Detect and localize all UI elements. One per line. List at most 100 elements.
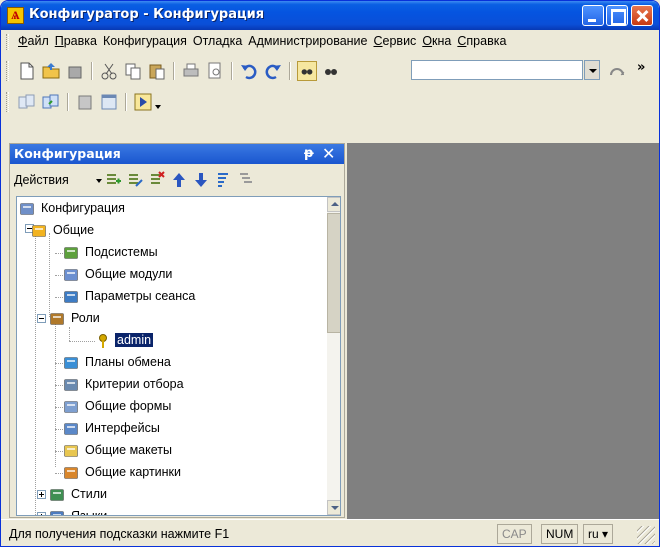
- configuration-panel: Конфигурация ᵽ ✕ Действия Конфигурация Об…: [9, 143, 345, 518]
- expand-toggle[interactable]: [37, 490, 46, 499]
- menu-item[interactable]: Окна: [419, 34, 454, 48]
- configuration-icon: [19, 201, 35, 217]
- update-config-icon[interactable]: [41, 92, 61, 112]
- undo-icon[interactable]: [239, 61, 259, 81]
- status-bar: Для получения подсказки нажмите F1 CAP N…: [1, 519, 659, 546]
- styles-icon: [49, 487, 65, 503]
- tree-item-label: Интерфейсы: [85, 421, 160, 435]
- menu-item[interactable]: Файл: [15, 34, 52, 48]
- toolbar-overflow-icon[interactable]: »: [637, 60, 645, 75]
- app-logo-icon: Ѧ: [7, 7, 24, 24]
- panel-close-icon[interactable]: ✕: [322, 144, 335, 163]
- common-pictures-icon: [63, 465, 79, 481]
- tree-item-label: Подсистемы: [85, 245, 158, 259]
- close-button[interactable]: [631, 5, 653, 26]
- search-dropdown-button[interactable]: [584, 60, 600, 80]
- compare-config-icon[interactable]: [17, 92, 37, 112]
- tree-item-label: admin: [113, 332, 155, 348]
- toolbar-separator: [173, 62, 175, 80]
- language-selector[interactable]: ru ▾: [583, 524, 614, 544]
- find-in-tree-icon[interactable]: [297, 61, 317, 81]
- scroll-up-button[interactable]: [327, 197, 340, 212]
- move-up-icon[interactable]: [170, 171, 188, 189]
- add-icon[interactable]: [104, 171, 122, 189]
- print-icon[interactable]: [181, 61, 201, 81]
- toolbar-grip[interactable]: [6, 92, 9, 112]
- tree-item-label: Общие макеты: [85, 443, 172, 457]
- actions-menu-button[interactable]: Действия: [14, 173, 69, 187]
- menu-item[interactable]: Справка: [454, 34, 509, 48]
- open-icon[interactable]: [41, 61, 61, 81]
- tree-connector: [49, 233, 50, 317]
- panel-header: Конфигурация ᵽ ✕: [10, 144, 344, 164]
- interfaces-icon: [63, 421, 79, 437]
- exchange-plans-icon: [63, 355, 79, 371]
- status-hint: Для получения подсказки нажмите F1: [9, 527, 230, 541]
- new-document-icon[interactable]: [17, 61, 37, 81]
- caps-lock-indicator: CAP: [497, 524, 532, 544]
- tree-connector: [35, 229, 36, 515]
- expand-toggle[interactable]: [37, 512, 46, 515]
- menu-bar: Файл Правка Конфигурация Отладка Администрир…: [3, 31, 657, 53]
- run-dropdown-arrow[interactable]: [155, 105, 161, 109]
- toolbar-separator: [67, 93, 69, 111]
- preview-icon[interactable]: [205, 61, 225, 81]
- edit-icon[interactable]: [126, 171, 144, 189]
- menu-item[interactable]: Конфигурация: [100, 34, 190, 48]
- tree-connector: [55, 297, 63, 298]
- tree-connector: [55, 473, 63, 474]
- menu-item[interactable]: Администрирование: [245, 34, 370, 48]
- database-config-icon[interactable]: [75, 92, 95, 112]
- window-config-icon[interactable]: [99, 92, 119, 112]
- filter-icon[interactable]: [236, 171, 254, 189]
- tree-item-label: Общие: [53, 223, 95, 237]
- save-icon[interactable]: [65, 61, 85, 81]
- find-next-icon[interactable]: [607, 61, 627, 81]
- tree-connector: [55, 429, 63, 430]
- tree-connector: [55, 407, 63, 408]
- roles-icon: [49, 311, 65, 327]
- collapse-toggle[interactable]: [37, 314, 46, 323]
- copy-icon[interactable]: [123, 61, 143, 81]
- toolbar-separator: [91, 62, 93, 80]
- common-folder-icon: [31, 223, 47, 239]
- cut-icon[interactable]: [99, 61, 119, 81]
- title-bar[interactable]: Ѧ Конфигуратор - Конфигурация: [1, 1, 659, 30]
- run-debug-icon[interactable]: [133, 92, 153, 112]
- configuration-tree: Конфигурация Общие Подсистемы Общие модули П…: [16, 196, 341, 516]
- tree-item-label: Общие модули: [85, 267, 173, 281]
- minimize-button[interactable]: [582, 5, 604, 26]
- sort-icon[interactable]: [214, 171, 232, 189]
- toolbar-separator: [289, 62, 291, 80]
- tree-connector: [69, 341, 95, 342]
- tree-scrollbar[interactable]: [327, 197, 340, 515]
- delete-icon[interactable]: [148, 171, 166, 189]
- resize-grip[interactable]: [637, 526, 655, 544]
- filter-criteria-icon: [63, 377, 79, 393]
- scroll-thumb[interactable]: [327, 213, 340, 333]
- menu-item[interactable]: Правка: [52, 34, 100, 48]
- paste-icon[interactable]: [147, 61, 167, 81]
- actions-toolbar: Действия: [10, 165, 344, 195]
- move-down-icon[interactable]: [192, 171, 210, 189]
- redo-icon[interactable]: [263, 61, 283, 81]
- menu-items: Файл Правка Конфигурация Отладка Администрир…: [15, 34, 509, 48]
- key-icon: [95, 333, 111, 349]
- toolbar-grip[interactable]: [6, 61, 9, 81]
- tree-item-label: Языки: [71, 509, 108, 516]
- menu-item[interactable]: Сервис: [371, 34, 420, 48]
- num-lock-indicator: NUM: [541, 524, 579, 544]
- session-params-icon: [63, 289, 79, 305]
- languages-icon: [49, 509, 65, 515]
- search-input[interactable]: [411, 60, 583, 80]
- maximize-button[interactable]: [606, 5, 628, 26]
- pin-icon[interactable]: ᵽ: [304, 146, 314, 161]
- chevron-down-icon[interactable]: [96, 179, 102, 183]
- tree-connector: [55, 275, 63, 276]
- tree-item-label: Конфигурация: [41, 201, 125, 215]
- scroll-down-button[interactable]: [327, 500, 340, 515]
- menu-item[interactable]: Отладка: [190, 34, 245, 48]
- language-label: ru: [588, 527, 599, 541]
- find-icon[interactable]: [321, 61, 341, 81]
- menubar-grip[interactable]: [6, 34, 9, 50]
